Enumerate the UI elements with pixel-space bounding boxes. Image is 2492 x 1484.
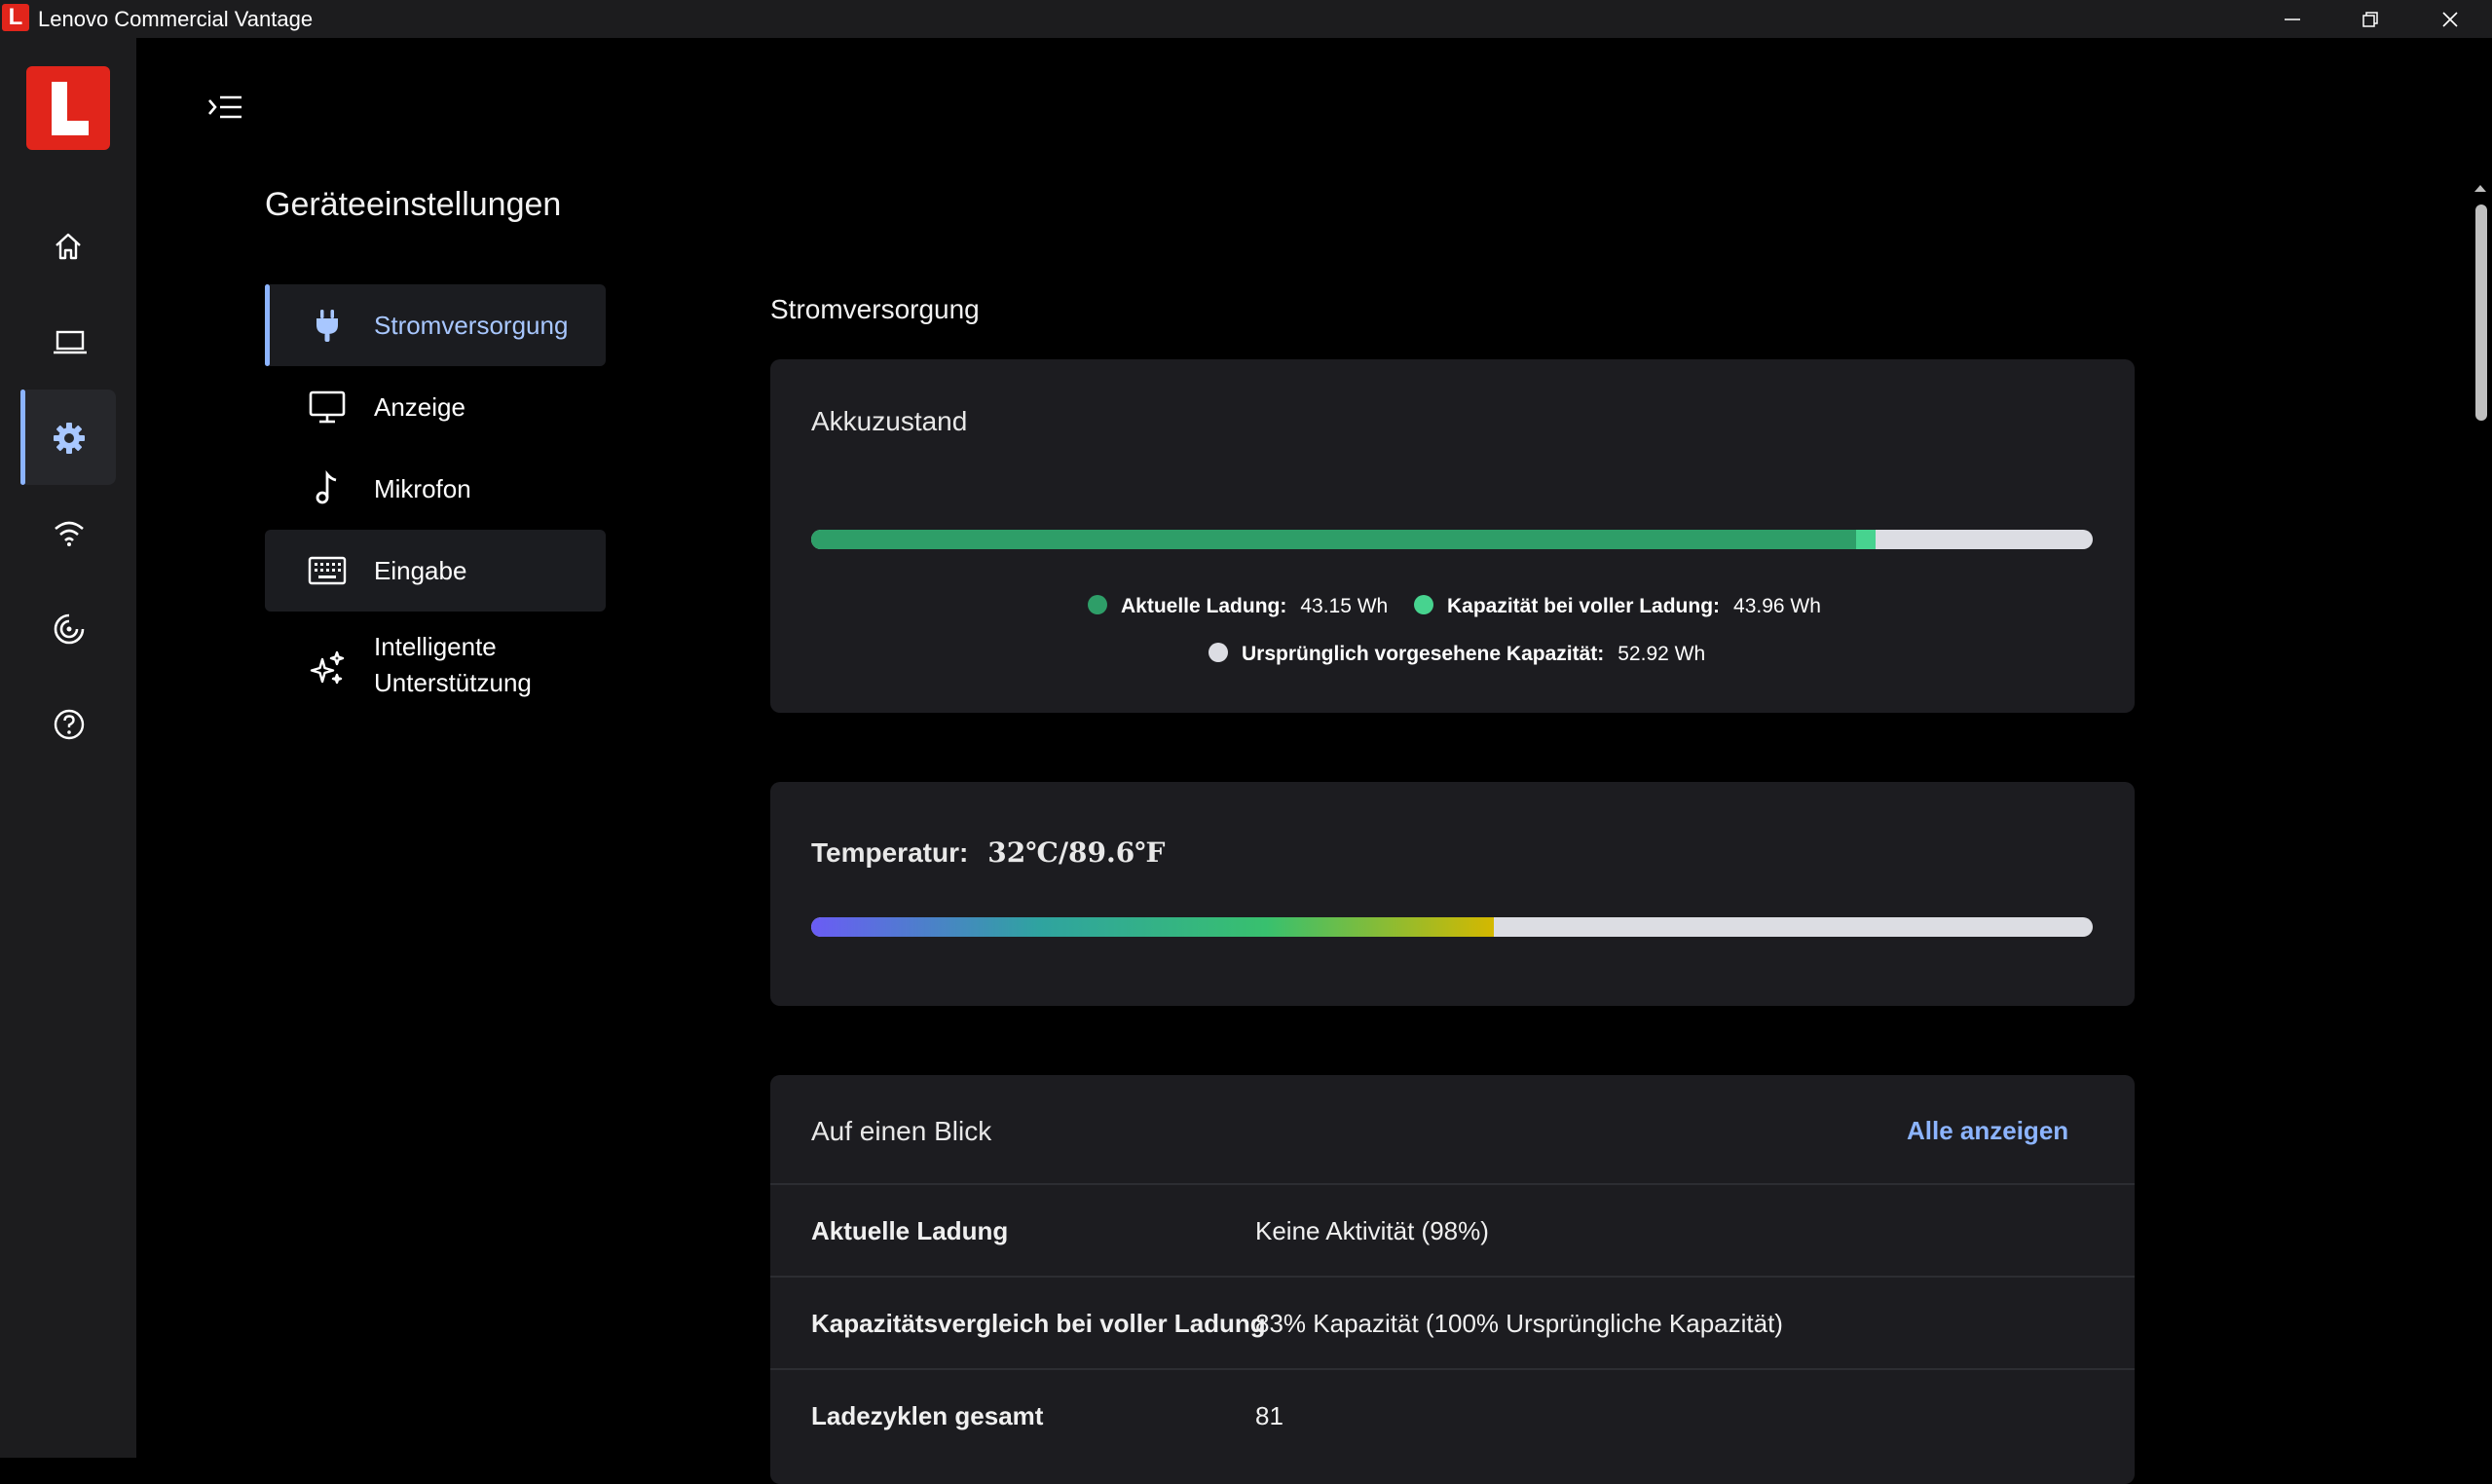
minimize-button[interactable] [2253,0,2331,38]
section-title: Stromversorgung [770,294,980,324]
window-title: Lenovo Commercial Vantage [38,7,314,31]
page-title: Geräteeinstellungen [265,186,562,223]
table-row: Kapazitätsvergleich bei voller Ladung 83%… [770,1276,2135,1370]
rail-device[interactable] [20,294,116,390]
restore-button[interactable] [2331,0,2409,38]
legend-dot [1209,643,1228,662]
legend-design-capacity: Ursprünglich vorgesehene Kapazität: 52.92… [1209,643,1705,666]
close-icon [2442,12,2458,27]
show-all-link[interactable]: Alle anzeigen [1907,1116,2068,1146]
at-a-glance-card: Auf einen Blick Alle anzeigen Aktuelle L… [770,1075,2135,1484]
temperature-bar [811,917,2093,937]
sparkle-icon [310,650,345,685]
subnav-label: Eingabe [374,556,467,585]
lenovo-logo[interactable] [26,66,110,150]
legend-dot [1414,595,1433,614]
subnav-anzeige[interactable]: Anzeige [265,366,606,448]
collapse-menu-icon [208,95,242,119]
rail-help[interactable] [20,676,116,771]
subnav-label: Intelligente Unterstützung [374,632,532,697]
legend-current-charge: Aktuelle Ladung: 43.15 Wh [1088,595,1388,618]
card-title: Akkuzustand [811,406,968,436]
legend-full-capacity: Kapazität bei voller Ladung: 43.96 Wh [1414,595,1821,618]
title-bar: L Lenovo Commercial Vantage [0,0,2492,38]
restore-icon [2362,12,2378,27]
battery-health-card: Akkuzustand Aktuelle Ladung: 43.15 Wh Kap… [770,359,2135,713]
music-note-icon [316,470,337,504]
subnav-intelligente-unterstuetzung[interactable]: Intelligente Unterstützung [265,625,606,713]
temperature-label: Temperatur: 32℃/89.6℉ [811,836,1166,869]
wifi-icon [55,521,84,546]
rail-connectivity[interactable] [20,485,116,580]
subnav-eingabe[interactable]: Eingabe [265,530,606,612]
legend-dot [1088,595,1107,614]
temperature-card: Temperatur: 32℃/89.6℉ [770,782,2135,1006]
scrollbar-thumb[interactable] [2475,204,2487,421]
close-button[interactable] [2411,0,2489,38]
temperature-value: 32℃/89.6℉ [987,836,1166,869]
subnav-label: Anzeige [374,392,465,422]
app-icon: L [2,4,29,31]
subnav-mikrofon[interactable]: Mikrofon [265,448,606,530]
lenovo-l-icon [52,82,89,135]
menu-toggle-button[interactable] [205,90,245,125]
table-row: Aktuelle Ladung Keine Aktivität (98%) [770,1183,2135,1278]
gear-icon [54,423,85,454]
current-charge-segment [811,530,1856,549]
home-icon [56,233,81,260]
battery-capacity-bar [811,530,2093,549]
keyboard-icon [308,556,347,585]
rail-smart-performance[interactable] [20,580,116,676]
rail-settings[interactable] [20,390,116,485]
subnav-label: Mikrofon [374,474,471,503]
help-icon [54,709,85,740]
plug-icon [316,310,338,342]
card-title: Auf einen Blick [811,1116,992,1146]
monitor-icon [309,390,346,424]
scroll-up-icon[interactable] [2469,179,2492,197]
temperature-fill [811,917,1494,937]
laptop-icon [54,330,87,354]
smart-performance-icon [54,613,85,645]
minimize-icon [2285,19,2300,20]
subnav-stromversorgung[interactable]: Stromversorgung [265,284,606,366]
subnav-label: Stromversorgung [374,311,569,340]
table-row: Ladezyklen gesamt 81 [770,1368,2135,1463]
rail-home[interactable] [20,199,116,294]
